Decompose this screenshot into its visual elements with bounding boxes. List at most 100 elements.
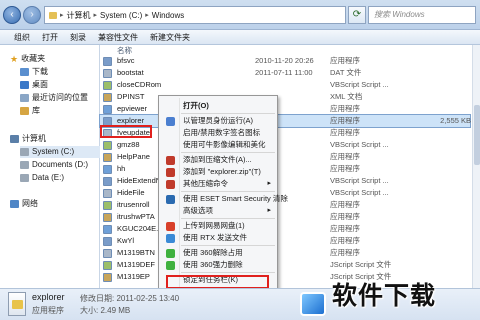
breadcrumb-system-c[interactable]: System (C:)	[100, 11, 142, 20]
details-filename: explorer	[32, 292, 65, 302]
watermark-logo-icon	[300, 292, 326, 316]
nav-computer[interactable]: 计算机	[10, 133, 46, 145]
context-menu-item[interactable]: 添加到 "explorer.zip"(T)	[161, 166, 277, 178]
file-type: 应用程序	[330, 116, 360, 125]
file-date: 2010-11-20 20:26	[255, 56, 314, 65]
nav-recent[interactable]: 最近访问的位置	[20, 92, 88, 104]
file-type: 应用程序	[330, 236, 360, 245]
scrollbar-thumb[interactable]	[474, 105, 480, 165]
nav-desktop[interactable]: 桌面	[20, 79, 48, 91]
highlight-explorer	[100, 125, 152, 138]
organize-button[interactable]: 组织	[14, 32, 30, 43]
file-row[interactable]: HideExtendN VBScript Script ...	[100, 175, 470, 187]
burn-button[interactable]: 刻录	[70, 32, 86, 43]
context-menu-item[interactable]: 启用/禁用数字签名图标	[161, 127, 277, 139]
address-box[interactable]: ▸ 计算机 ▸ System (C:) ▸ Windows	[44, 6, 346, 24]
context-menu-item-label: 使用 360强力删除	[183, 260, 243, 269]
submenu-arrow-icon: ▸	[267, 207, 271, 214]
context-menu-item[interactable]: 上传到网易网盘(1)	[161, 220, 277, 232]
compatibility-button[interactable]: 兼容性文件	[98, 32, 138, 43]
context-menu-item-label: 使用 ESET Smart Security 清除	[183, 194, 288, 203]
file-icon	[103, 189, 112, 198]
file-icon	[103, 201, 112, 210]
forward-icon[interactable]: ›	[23, 6, 41, 24]
file-type: VBScript Script ...	[330, 140, 389, 149]
file-icon	[103, 225, 112, 234]
file-type: DAT 文件	[330, 68, 362, 77]
nav-favorites[interactable]: ★ 收藏夹	[10, 53, 45, 65]
file-icon	[103, 213, 112, 222]
file-row[interactable]: hh 应用程序	[100, 163, 470, 175]
nav-desktop-label: 桌面	[32, 80, 48, 89]
context-menu-item[interactable]: 使用 360强力删除	[161, 259, 277, 271]
context-menu-item[interactable]: 高级选项 ▸	[161, 205, 277, 217]
context-menu-item[interactable]: 打开(O)	[161, 100, 277, 112]
menu-separator	[181, 152, 275, 153]
file-name: bootstat	[117, 68, 144, 77]
file-row[interactable]: fveupdate 应用程序	[100, 127, 470, 139]
submenu-arrow-icon: ▸	[267, 180, 271, 187]
file-row[interactable]: DPINST XML 文档	[100, 91, 470, 103]
menu-item-icon	[166, 168, 175, 177]
chevron-right-icon: ▸	[60, 12, 64, 19]
new-folder-button[interactable]: 新建文件夹	[150, 32, 190, 43]
context-menu-item[interactable]: 添加到压缩文件(A)...	[161, 154, 277, 166]
network-icon	[10, 200, 19, 208]
file-type: 应用程序	[330, 248, 360, 257]
file-icon	[103, 69, 112, 78]
file-name: closeCDRom	[117, 80, 162, 89]
file-row[interactable]: closeCDRom VBScript Script ...	[100, 79, 470, 91]
context-menu-item[interactable]: 使用 360解除占用	[161, 247, 277, 259]
file-type: 应用程序	[330, 104, 360, 113]
menu-separator	[181, 218, 275, 219]
context-menu-item[interactable]: 使用 RTX 发送文件	[161, 232, 277, 244]
watermark-text: 软件下载	[332, 281, 437, 310]
file-row[interactable]: KwYl 应用程序	[100, 235, 470, 247]
nav-libraries-label: 库	[32, 106, 40, 115]
drive-icon	[20, 148, 29, 156]
refresh-icon[interactable]: ⟳	[348, 6, 366, 24]
nav-drive-d[interactable]: Documents (D:)	[20, 159, 88, 171]
file-icon	[103, 273, 112, 282]
chevron-right-icon: ▸	[145, 12, 149, 19]
nav-downloads[interactable]: 下载	[20, 66, 48, 78]
nav-drive-c[interactable]: System (C:)	[20, 146, 100, 158]
context-menu-item-label: 高级选项	[183, 206, 213, 215]
file-icon	[103, 165, 112, 174]
file-row[interactable]: bfsvc 2010-11-20 20:26 应用程序	[100, 55, 470, 67]
context-menu-item-label: 上传到网易网盘(1)	[183, 221, 245, 230]
file-icon	[103, 249, 112, 258]
file-row[interactable]: M1319DEF JScript Script 文件	[100, 259, 470, 271]
file-row[interactable]: KGUC204E.D 应用程序	[100, 223, 470, 235]
file-type: VBScript Script ...	[330, 188, 389, 197]
file-row[interactable]: HelpPane 应用程序	[100, 151, 470, 163]
nav-network[interactable]: 网络	[10, 198, 38, 210]
file-row[interactable]: M1319BTN 应用程序	[100, 247, 470, 259]
context-menu-item[interactable]: 使用可牛影像编辑和美化	[161, 139, 277, 151]
back-icon[interactable]: ‹	[3, 6, 21, 24]
breadcrumb-windows[interactable]: Windows	[152, 11, 184, 20]
vertical-scrollbar[interactable]	[472, 45, 480, 288]
context-menu-item[interactable]: 其他压缩命令 ▸	[161, 178, 277, 190]
nav-libraries[interactable]: 库	[20, 105, 40, 117]
file-row[interactable]: gmz88 VBScript Script ...	[100, 139, 470, 151]
file-row[interactable]: bootstat 2011-07-11 11:00 DAT 文件	[100, 67, 470, 79]
nav-network-label: 网络	[22, 199, 38, 208]
nav-drive-e-label: Data (E:)	[32, 173, 65, 182]
file-row[interactable]: epviewer 应用程序	[100, 103, 470, 115]
menu-item-icon	[166, 180, 175, 189]
menu-item-icon	[166, 195, 175, 204]
nav-drive-e[interactable]: Data (E:)	[20, 172, 64, 184]
breadcrumb-computer[interactable]: 计算机	[67, 10, 91, 21]
file-row[interactable]: itrushwPTA 应用程序	[100, 211, 470, 223]
file-row[interactable]: explorer 应用程序 2,555 KB	[99, 114, 471, 128]
menu-item-icon	[166, 117, 175, 126]
context-menu-item[interactable]: 以管理员身份运行(A)	[161, 115, 277, 127]
open-button[interactable]: 打开	[42, 32, 58, 43]
context-menu-item[interactable]: 使用 ESET Smart Security 清除	[161, 193, 288, 205]
file-type: 应用程序	[330, 56, 360, 65]
recent-places-icon	[20, 94, 29, 102]
search-input[interactable]: 搜索 Windows	[368, 6, 476, 24]
menu-separator	[181, 113, 275, 114]
folder-icon	[49, 11, 57, 19]
